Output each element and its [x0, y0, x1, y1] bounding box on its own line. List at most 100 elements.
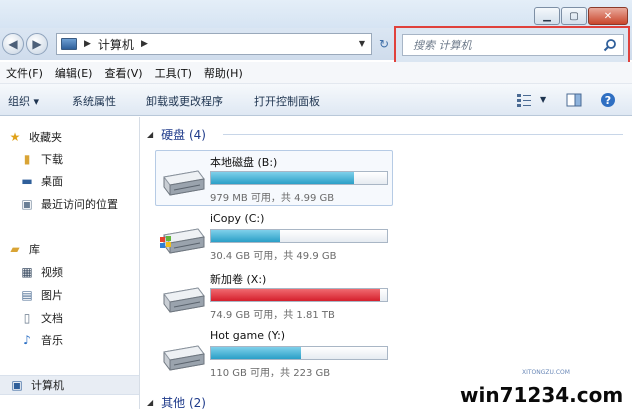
nav-item-label: 图片 [41, 289, 63, 302]
nav-item-documents[interactable]: ▯ 文档 [20, 308, 63, 328]
drive-usage-fill [211, 289, 380, 301]
nav-item-music[interactable]: ♪ 音乐 [20, 330, 63, 350]
navigation-pane: ★ 收藏夹 ▮ 下载 ▬ 桌面 ▣ 最近访问的位置 ▰ 库 ▦ 视频 ▤ 图片 … [0, 117, 140, 409]
breadcrumb-computer[interactable]: 计算机 [98, 36, 134, 53]
system-drive-icon [160, 228, 205, 254]
search-input[interactable] [413, 38, 603, 52]
drive-usage-fill [211, 347, 301, 359]
drive-name: 本地磁盘 (B:) [210, 156, 278, 169]
nav-computer[interactable]: ▣ 计算机 [0, 375, 139, 395]
maximize-button[interactable]: ▢ [561, 7, 587, 25]
content-pane: ◢ 硬盘 (4) 本地磁盘 (B:) 979 MB 可用，共 4.99 GB iCo… [141, 117, 632, 409]
organize-button[interactable]: 组织 ▾ [8, 93, 39, 109]
search-box[interactable] [402, 34, 624, 56]
nav-libraries-label: 库 [29, 243, 40, 256]
nav-favorites-label: 收藏夹 [29, 131, 62, 144]
nav-item-downloads[interactable]: ▮ 下载 [20, 149, 63, 169]
drive-space-info: 74.9 GB 可用，共 1.81 TB [210, 310, 335, 321]
open-control-panel-button[interactable]: 打开控制面板 [254, 93, 320, 109]
nav-item-label: 文档 [41, 312, 63, 325]
forward-button[interactable]: ▶ [26, 33, 48, 55]
minimize-icon: ▁ [543, 10, 551, 22]
address-bar[interactable]: ▶ 计算机 ▶ ▼ [56, 33, 372, 55]
drive-usage-bar [210, 229, 388, 243]
drive-usage-bar [210, 171, 388, 185]
collapse-triangle-icon: ◢ [147, 397, 154, 407]
drive-usage-fill [211, 230, 280, 242]
watermark-text: win71234.com [460, 383, 624, 407]
collapse-triangle-icon: ◢ [147, 129, 154, 139]
back-arrow-icon: ◀ [8, 37, 18, 51]
menu-help[interactable]: 帮助(H) [198, 65, 249, 81]
drive-space-info: 30.4 GB 可用，共 49.9 GB [210, 251, 337, 262]
star-icon: ★ [9, 130, 21, 144]
drive-name: Hot game (Y:) [210, 329, 286, 342]
drive-space-info: 110 GB 可用，共 223 GB [210, 368, 331, 379]
music-library-icon: ♪ [23, 333, 31, 347]
drive-name: iCopy (C:) [210, 212, 265, 225]
menu-bar: 文件(F) 编辑(E) 查看(V) 工具(T) 帮助(H) [0, 62, 632, 84]
nav-item-videos[interactable]: ▦ 视频 [20, 262, 63, 282]
view-options-icon[interactable] [516, 92, 532, 108]
drive-item[interactable]: 新加卷 (X:) 74.9 GB 可用，共 1.81 TB [155, 267, 393, 323]
nav-item-pictures[interactable]: ▤ 图片 [20, 285, 63, 305]
help-icon[interactable]: ? [600, 92, 616, 108]
menu-edit[interactable]: 编辑(E) [49, 65, 99, 81]
nav-item-recent[interactable]: ▣ 最近访问的位置 [20, 194, 118, 214]
other-group-title: 其他 (2) [161, 395, 206, 409]
watermark: XITONGZU.COM win71234.com [460, 369, 630, 409]
nav-item-label: 视频 [41, 266, 63, 279]
system-properties-button[interactable]: 系统属性 [72, 93, 116, 109]
computer-icon [61, 38, 77, 50]
forward-arrow-icon: ▶ [32, 37, 42, 51]
hard-drive-icon [163, 345, 205, 371]
library-icon: ▰ [10, 242, 20, 256]
video-library-icon: ▦ [21, 265, 33, 279]
nav-item-label: 桌面 [41, 175, 63, 188]
hard-drive-icon [163, 170, 205, 196]
drive-name: 新加卷 (X:) [210, 273, 267, 286]
preview-pane-icon[interactable] [566, 92, 582, 108]
command-bar: 组织 ▾ 系统属性 卸载或更改程序 打开控制面板 ▼ ? [0, 84, 632, 116]
drive-item[interactable]: 本地磁盘 (B:) 979 MB 可用，共 4.99 GB [155, 150, 393, 206]
nav-item-label: 音乐 [41, 334, 63, 347]
download-folder-icon: ▮ [23, 152, 31, 166]
group-header-other[interactable]: ◢ 其他 (2) [147, 393, 206, 409]
back-button[interactable]: ◀ [2, 33, 24, 55]
hard-drive-icon [163, 287, 205, 313]
breadcrumb-separator-icon: ▶ [84, 39, 91, 49]
drive-space-info: 979 MB 可用，共 4.99 GB [210, 193, 335, 204]
nav-computer-label: 计算机 [31, 379, 64, 392]
close-icon: ✕ [603, 10, 613, 22]
nav-favorites[interactable]: ★ 收藏夹 [8, 127, 62, 147]
view-dropdown-icon[interactable]: ▼ [540, 95, 546, 104]
minimize-button[interactable]: ▁ [534, 7, 560, 25]
drive-usage-bar [210, 288, 388, 302]
search-icon[interactable] [603, 38, 617, 52]
address-dropdown-icon[interactable]: ▼ [359, 39, 365, 48]
computer-icon: ▣ [11, 378, 23, 392]
nav-item-desktop[interactable]: ▬ 桌面 [20, 171, 63, 191]
drive-item[interactable]: iCopy (C:) 30.4 GB 可用，共 49.9 GB [155, 208, 393, 264]
recent-places-icon: ▣ [21, 197, 33, 211]
documents-library-icon: ▯ [23, 311, 31, 325]
refresh-button[interactable]: ↻ [374, 34, 394, 54]
svg-text:?: ? [605, 94, 611, 107]
close-button[interactable]: ✕ [588, 7, 628, 25]
breadcrumb-separator-icon[interactable]: ▶ [141, 39, 148, 49]
menu-view[interactable]: 查看(V) [98, 65, 148, 81]
refresh-icon: ↻ [378, 37, 390, 51]
title-bar: ▁ ▢ ✕ [0, 0, 632, 28]
group-header-hard-disks[interactable]: ◢ 硬盘 (4) [147, 125, 206, 143]
nav-libraries[interactable]: ▰ 库 [8, 239, 40, 259]
menu-file[interactable]: 文件(F) [0, 65, 49, 81]
group-title: 硬盘 (4) [161, 127, 206, 142]
drive-item[interactable]: Hot game (Y:) 110 GB 可用，共 223 GB [155, 325, 393, 381]
menu-tools[interactable]: 工具(T) [149, 65, 198, 81]
drive-usage-bar [210, 346, 388, 360]
uninstall-program-button[interactable]: 卸载或更改程序 [146, 93, 223, 109]
nav-item-label: 下载 [41, 153, 63, 166]
nav-item-label: 最近访问的位置 [41, 198, 118, 211]
watermark-subtext: XITONGZU.COM [522, 369, 570, 376]
desktop-icon: ▬ [21, 174, 33, 188]
